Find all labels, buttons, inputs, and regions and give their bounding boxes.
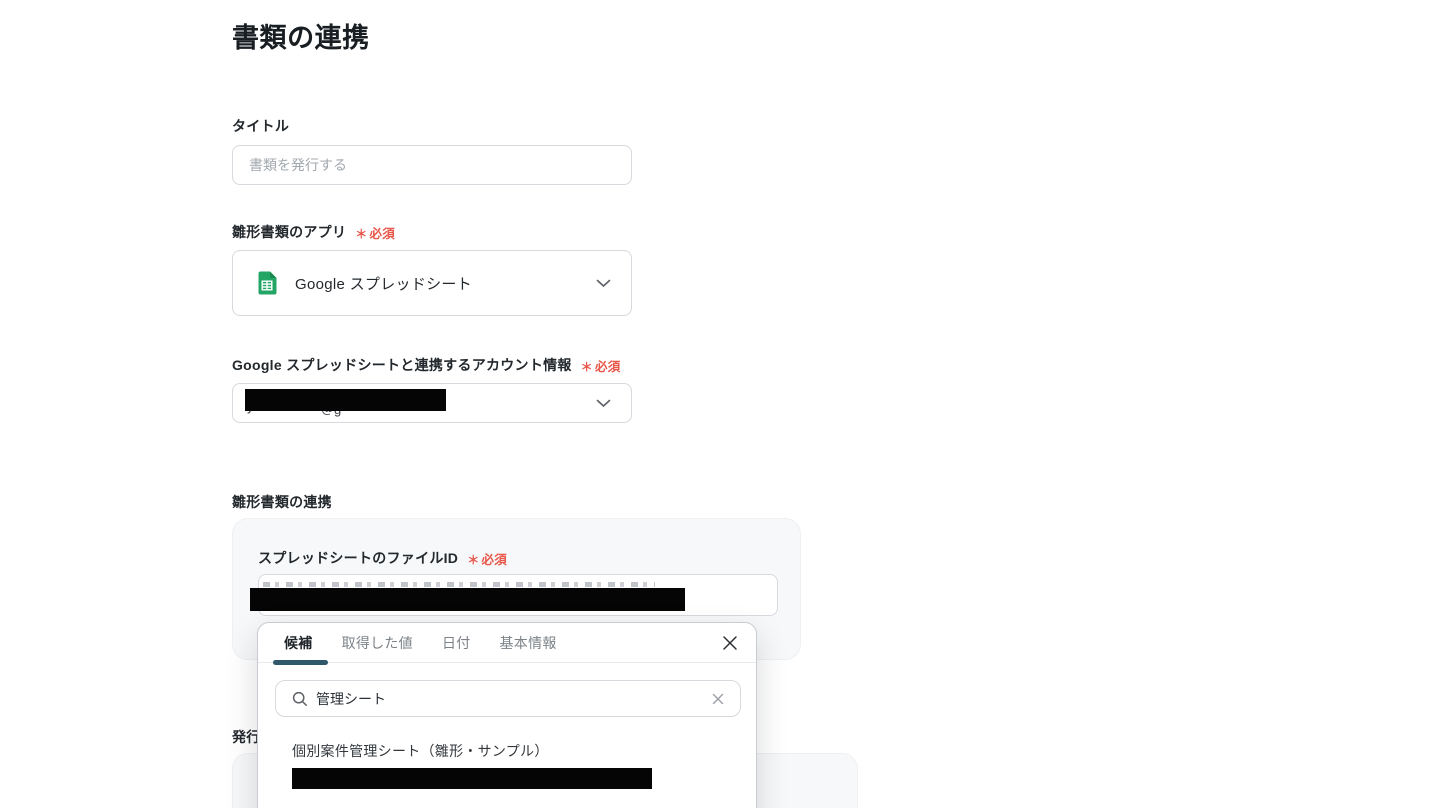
chevron-down-icon — [596, 279, 611, 288]
search-icon — [292, 691, 308, 707]
tab-date[interactable]: 日付 — [442, 633, 471, 653]
clear-search-icon[interactable] — [710, 691, 726, 707]
required-star: ＊ — [355, 226, 368, 241]
required-star: ＊ — [580, 359, 593, 374]
candidate-picker-popup: 候補 取得した値 日付 基本情報 管理シート 個別案件管理シート（雛形・サンプル… — [257, 622, 757, 808]
file-id-label-row: スプレッドシートのファイルID ＊ 必須 — [258, 548, 507, 568]
required-badge: ＊ 必須 — [467, 549, 507, 568]
candidate-search-box — [275, 680, 741, 717]
tab-candidates[interactable]: 候補 — [284, 633, 313, 653]
account-field-label-row: Google スプレッドシートと連携するアカウント情報 ＊ 必須 — [232, 355, 621, 375]
account-value-redaction-bar — [245, 389, 446, 411]
google-sheets-icon — [253, 269, 281, 297]
account-field-label: Google スプレッドシートと連携するアカウント情報 — [232, 357, 572, 373]
app-field-label-row: 雛形書類のアプリ ＊ 必須 — [232, 222, 395, 242]
required-badge: ＊ 必須 — [355, 223, 395, 242]
required-text: 必須 — [594, 359, 621, 374]
close-icon[interactable] — [720, 633, 740, 653]
active-tab-underline — [273, 660, 328, 665]
app-field-label: 雛形書類のアプリ — [232, 224, 347, 240]
account-select[interactable]: y ＠g — [232, 383, 632, 423]
title-input-wrap — [232, 145, 632, 185]
app-select-value: Google スプレッドシート — [295, 275, 473, 293]
required-text: 必須 — [369, 226, 396, 241]
file-id-label: スプレッドシートのファイルID — [258, 550, 459, 566]
candidate-result-item[interactable]: 個別案件管理シート（雛形・サンプル） — [292, 741, 732, 789]
redacted-text-remnant: ＠g — [321, 411, 347, 417]
required-star: ＊ — [467, 552, 480, 567]
chevron-down-icon — [596, 399, 611, 408]
required-badge: ＊ 必須 — [581, 356, 621, 375]
redacted-text-remnant — [263, 582, 655, 587]
candidate-result-title: 個別案件管理シート（雛形・サンプル） — [292, 743, 549, 759]
page-title: 書類の連携 — [232, 23, 370, 53]
file-id-redaction-bar — [250, 588, 685, 611]
search-input[interactable] — [316, 690, 710, 707]
title-field-label: タイトル — [232, 118, 290, 134]
tab-retrieved-values[interactable]: 取得した値 — [342, 633, 413, 653]
required-text: 必須 — [481, 552, 508, 567]
title-input[interactable] — [232, 145, 632, 185]
candidate-result-redaction-bar — [292, 768, 652, 789]
template-section-label: 雛形書類の連携 — [232, 494, 332, 510]
tab-basic-info[interactable]: 基本情報 — [500, 633, 557, 653]
redacted-text-remnant: y — [247, 411, 257, 417]
document-link-settings-page: 書類の連携 タイトル 雛形書類のアプリ ＊ 必須 Google スプレッ — [0, 0, 1438, 808]
app-select[interactable]: Google スプレッドシート — [232, 250, 632, 316]
popup-tab-row: 候補 取得した値 日付 基本情報 — [258, 623, 756, 665]
